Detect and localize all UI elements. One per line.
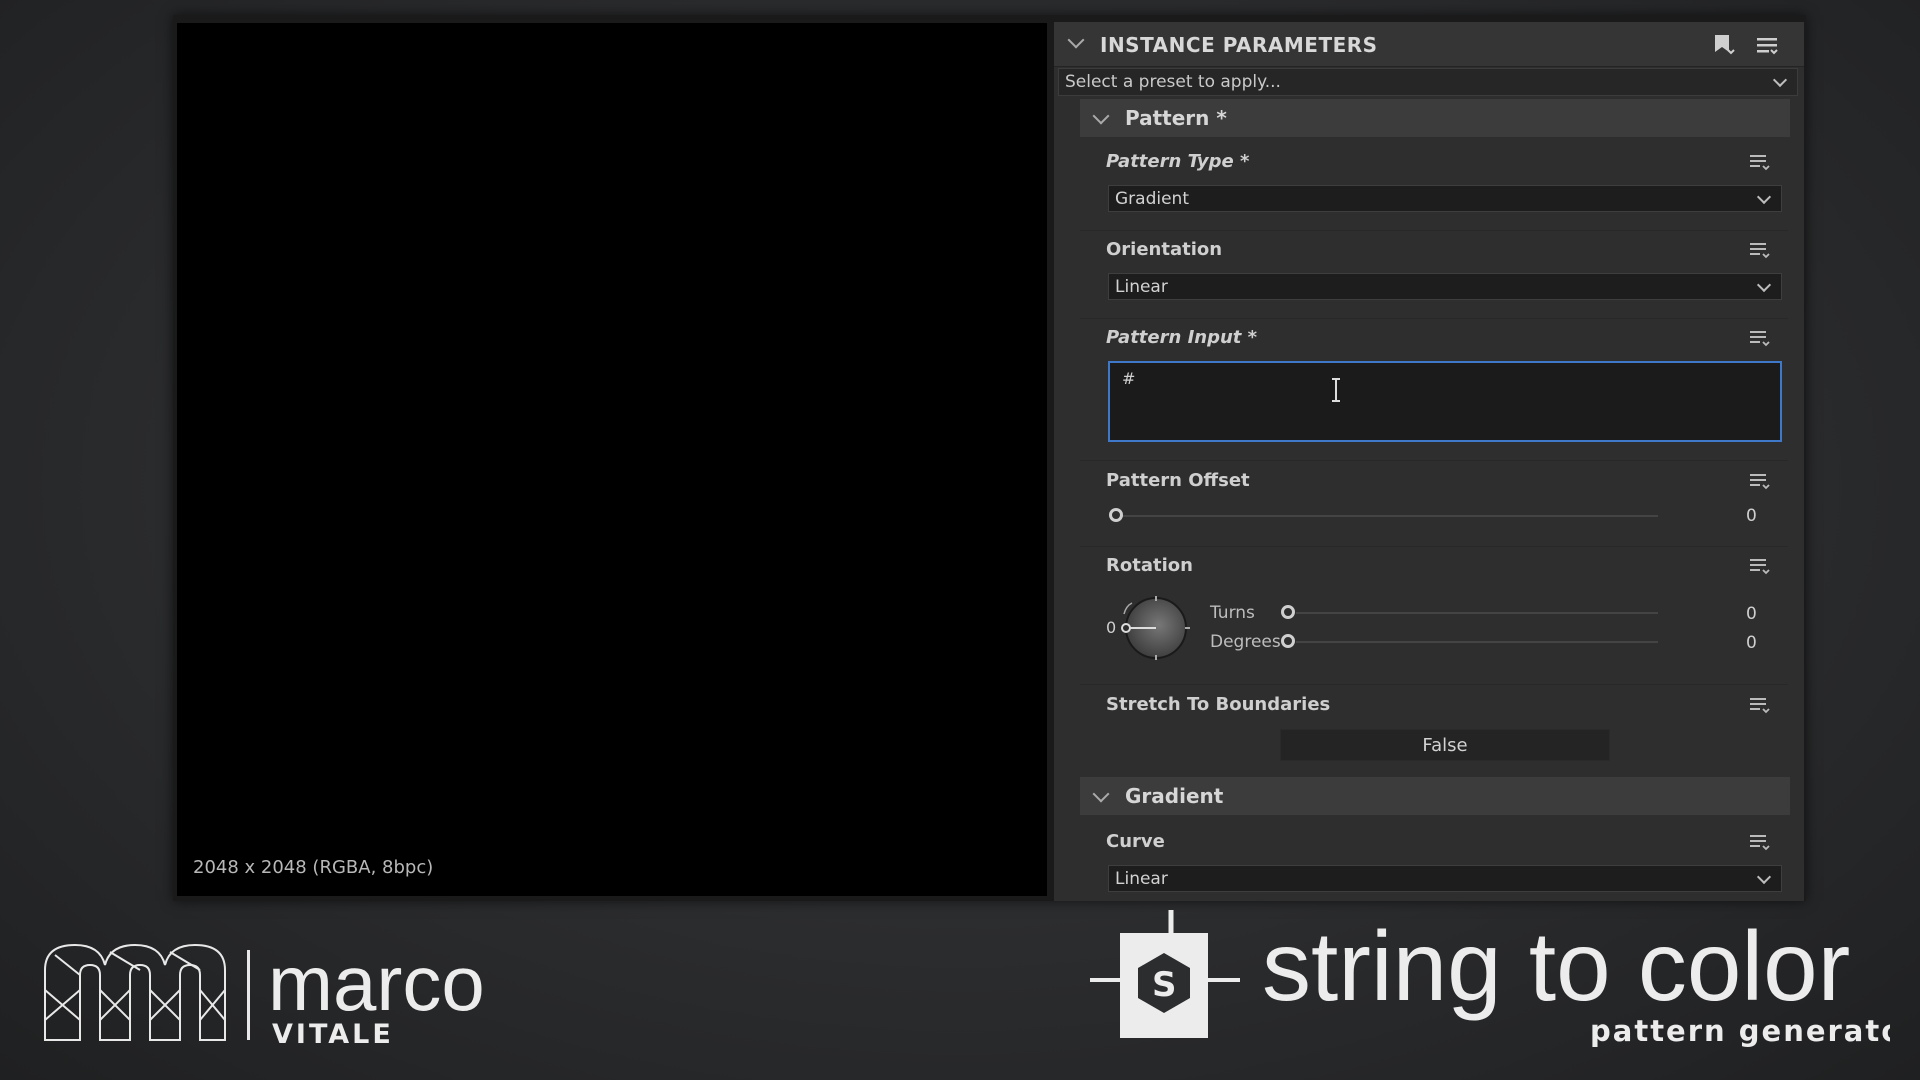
pattern-offset-slider-handle[interactable] [1109, 508, 1123, 522]
chevron-down-icon [1756, 277, 1772, 293]
pattern-offset-label: Pattern Offset [1106, 470, 1250, 491]
preset-placeholder: Select a preset to apply... [1065, 72, 1281, 92]
section-label: Pattern * [1125, 106, 1227, 130]
pattern-input-value: # [1122, 369, 1136, 388]
chevron-down-icon [1092, 785, 1110, 803]
divider [1080, 546, 1788, 547]
preset-selector[interactable]: Select a preset to apply... [1058, 68, 1798, 96]
image-viewport[interactable]: 2048 x 2048 (RGBA, 8bpc) [177, 23, 1047, 896]
turns-label: Turns [1210, 603, 1255, 623]
pattern-type-dropdown[interactable]: Gradient [1108, 185, 1782, 212]
hamburger-menu-icon[interactable] [1754, 32, 1780, 58]
pattern-input-label: Pattern Input * [1106, 327, 1258, 348]
text-cursor-icon [1332, 378, 1340, 402]
degrees-slider-handle[interactable] [1281, 634, 1295, 648]
product-title: string to color [1262, 911, 1850, 1021]
list-dropdown-icon[interactable] [1748, 556, 1774, 578]
list-dropdown-icon[interactable] [1748, 471, 1774, 493]
product-subtitle: pattern generator [1590, 1014, 1890, 1048]
chevron-down-icon [1756, 189, 1772, 205]
brand-name: marco [268, 940, 485, 1027]
curve-label: Curve [1106, 831, 1165, 852]
pattern-offset-value[interactable]: 0 [1746, 506, 1757, 526]
stretch-value: False [1422, 735, 1468, 756]
list-dropdown-icon[interactable] [1748, 832, 1774, 854]
chevron-down-icon [1092, 107, 1110, 125]
curve-value: Linear [1115, 869, 1168, 889]
divider [1080, 230, 1788, 231]
section-gradient[interactable]: Gradient [1080, 777, 1790, 815]
stretch-label: Stretch To Boundaries [1106, 694, 1331, 715]
svg-text:S: S [1152, 965, 1177, 1005]
string-to-color-logo: S string to color pattern generator [1090, 910, 1890, 1048]
turns-slider[interactable] [1296, 612, 1658, 614]
pattern-type-label: Pattern Type * [1106, 151, 1250, 172]
section-label: Gradient [1125, 784, 1224, 808]
chevron-down-icon [1756, 869, 1772, 885]
pattern-input-field[interactable]: # [1108, 361, 1782, 442]
panel-header: INSTANCE PARAMETERS [1054, 22, 1804, 67]
orientation-dropdown[interactable]: Linear [1108, 273, 1782, 300]
rotation-label: Rotation [1106, 555, 1193, 576]
degrees-value[interactable]: 0 [1746, 633, 1757, 653]
pattern-offset-slider[interactable] [1120, 515, 1658, 517]
list-dropdown-icon[interactable] [1748, 152, 1774, 174]
image-info: 2048 x 2048 (RGBA, 8bpc) [193, 857, 434, 878]
panel-title: INSTANCE PARAMETERS [1100, 33, 1378, 57]
pattern-type-value: Gradient [1115, 189, 1189, 209]
curve-dropdown[interactable]: Linear [1108, 865, 1782, 892]
degrees-slider[interactable] [1296, 641, 1658, 643]
divider [1080, 460, 1788, 461]
turns-slider-handle[interactable] [1281, 605, 1295, 619]
divider [1080, 684, 1788, 685]
list-dropdown-icon[interactable] [1748, 695, 1774, 717]
chevron-down-icon [1772, 72, 1788, 88]
list-dropdown-icon[interactable] [1748, 328, 1774, 350]
brand-sub: VITALE [272, 1019, 394, 1050]
bookmark-icon[interactable] [1710, 32, 1736, 58]
orientation-label: Orientation [1106, 239, 1223, 260]
list-dropdown-icon[interactable] [1748, 240, 1774, 262]
divider [1080, 318, 1788, 319]
stretch-toggle-button[interactable]: False [1280, 729, 1610, 761]
chevron-down-icon[interactable] [1067, 31, 1085, 49]
section-pattern[interactable]: Pattern * [1080, 99, 1790, 137]
substance-s-icon: S [1090, 910, 1240, 1038]
turns-value[interactable]: 0 [1746, 604, 1757, 624]
marco-vitale-logo: marco VITALE [44, 940, 485, 1050]
orientation-value: Linear [1115, 277, 1168, 297]
degrees-label: Degrees [1210, 632, 1281, 652]
rotation-dial-icon[interactable] [1112, 592, 1192, 672]
